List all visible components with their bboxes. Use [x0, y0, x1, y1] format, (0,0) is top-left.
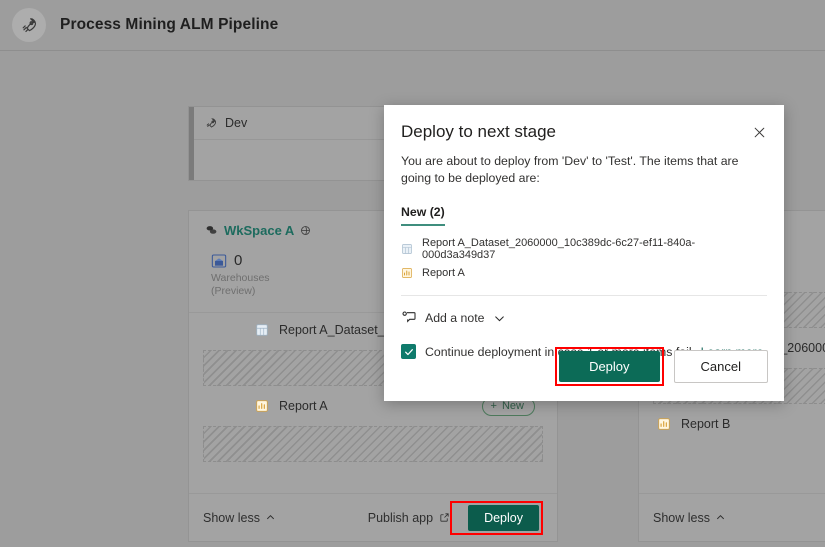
app-header: Process Mining ALM Pipeline [0, 0, 825, 51]
workspace-icon [206, 226, 217, 234]
plus-icon: + [490, 399, 497, 412]
rocket-icon [206, 117, 217, 128]
show-less-toggle[interactable]: Show less [203, 511, 276, 525]
chevron-up-icon [266, 515, 275, 520]
dialog-item-list: Report A_Dataset_2060000_10c389dc-6c27-e… [401, 237, 767, 283]
check-icon [404, 348, 413, 355]
tab-new[interactable]: New (2) [401, 205, 445, 226]
add-note-toggle[interactable]: Add a note [401, 310, 767, 326]
external-link-icon [440, 513, 449, 522]
list-item: Report A [401, 263, 767, 283]
chevron-up-icon [716, 515, 725, 520]
chevron-down-icon [494, 315, 504, 321]
dialog-title: Deploy to next stage [401, 122, 556, 141]
dialog-actions: Deploy Cancel [555, 347, 768, 386]
placeholder-hatch [203, 426, 543, 462]
dataset-icon [402, 244, 412, 254]
close-icon[interactable] [746, 119, 772, 145]
report-icon [658, 418, 670, 430]
stage-accent-bar [189, 107, 194, 180]
note-icon [402, 311, 416, 323]
dialog-description: You are about to deploy from 'Dev' to 'T… [401, 154, 739, 185]
show-less-label: Show less [203, 510, 260, 525]
primary-button-highlight: Deploy [555, 347, 664, 386]
status-badge-label: New [501, 399, 524, 412]
list-item[interactable]: Report B [639, 407, 825, 441]
workspace-name: WkSpace A [224, 223, 295, 238]
dataset-icon [256, 324, 268, 336]
report-icon [402, 268, 412, 278]
report-icon [256, 400, 268, 412]
rocket-icon [12, 8, 46, 42]
publish-app-label: Publish app [367, 510, 434, 525]
publish-app-link[interactable]: Publish app [368, 511, 450, 525]
list-item-label: Report B [681, 417, 731, 431]
divider [401, 295, 767, 296]
list-item-label: Report A_Dataset_2060000_10c389dc-6c27-e… [422, 237, 696, 261]
dialog-cancel-button[interactable]: Cancel [673, 350, 768, 383]
globe-share-icon [301, 225, 311, 235]
stat-warehouses: 0 Warehouses (Preview) [211, 252, 331, 298]
add-note-label: Add a note [425, 311, 485, 325]
deploy-button[interactable]: Deploy [468, 504, 539, 531]
stat-sublabel: (Preview) [211, 285, 256, 297]
page-title: Process Mining ALM Pipeline [60, 16, 279, 33]
list-item: Report A_Dataset_2060000_10c389dc-6c27-e… [401, 237, 767, 261]
dialog-deploy-button[interactable]: Deploy [559, 351, 660, 382]
app-root: Process Mining ALM Pipeline Dev WkSpace … [0, 0, 825, 547]
workspace-footer: Show less Publish app Deploy [189, 493, 557, 541]
deploy-dialog: Deploy to next stage You are about to de… [384, 105, 784, 401]
stage-label-dev: Dev [225, 116, 248, 130]
list-item-label: Report A [422, 267, 465, 279]
stat-value: 0 [234, 252, 243, 269]
warehouse-icon [211, 253, 227, 268]
workspace-footer: Show less [639, 493, 825, 541]
show-less-toggle[interactable]: Show less [653, 511, 726, 525]
stat-label: Warehouses [211, 272, 270, 284]
deploy-button-highlight: Deploy [450, 500, 543, 535]
continue-deployment-checkbox[interactable] [401, 344, 416, 359]
show-less-label: Show less [653, 510, 710, 525]
list-item-label: Report A [279, 399, 328, 413]
